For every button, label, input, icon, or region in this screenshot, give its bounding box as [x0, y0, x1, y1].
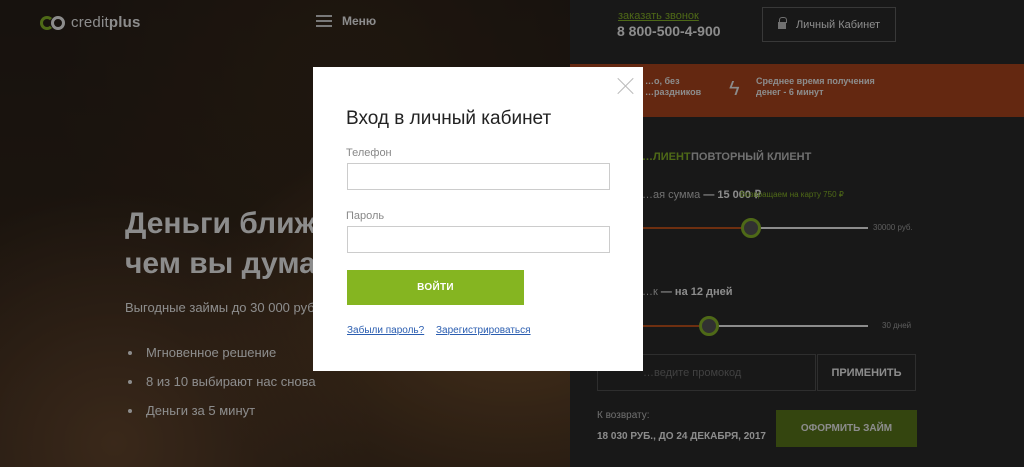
- forgot-password-link[interactable]: Забыли пароль?: [347, 325, 424, 336]
- phone-label: Телефон: [346, 147, 392, 159]
- phone-input[interactable]: [347, 163, 610, 190]
- login-modal: Вход в личный кабинет Телефон Пароль ВОЙ…: [313, 67, 643, 371]
- password-input[interactable]: [347, 226, 610, 253]
- register-link[interactable]: Зарегистрироваться: [436, 325, 531, 336]
- close-icon[interactable]: [617, 77, 635, 95]
- modal-title: Вход в личный кабинет: [346, 108, 552, 129]
- password-label: Пароль: [346, 210, 385, 222]
- login-button[interactable]: ВОЙТИ: [347, 270, 524, 305]
